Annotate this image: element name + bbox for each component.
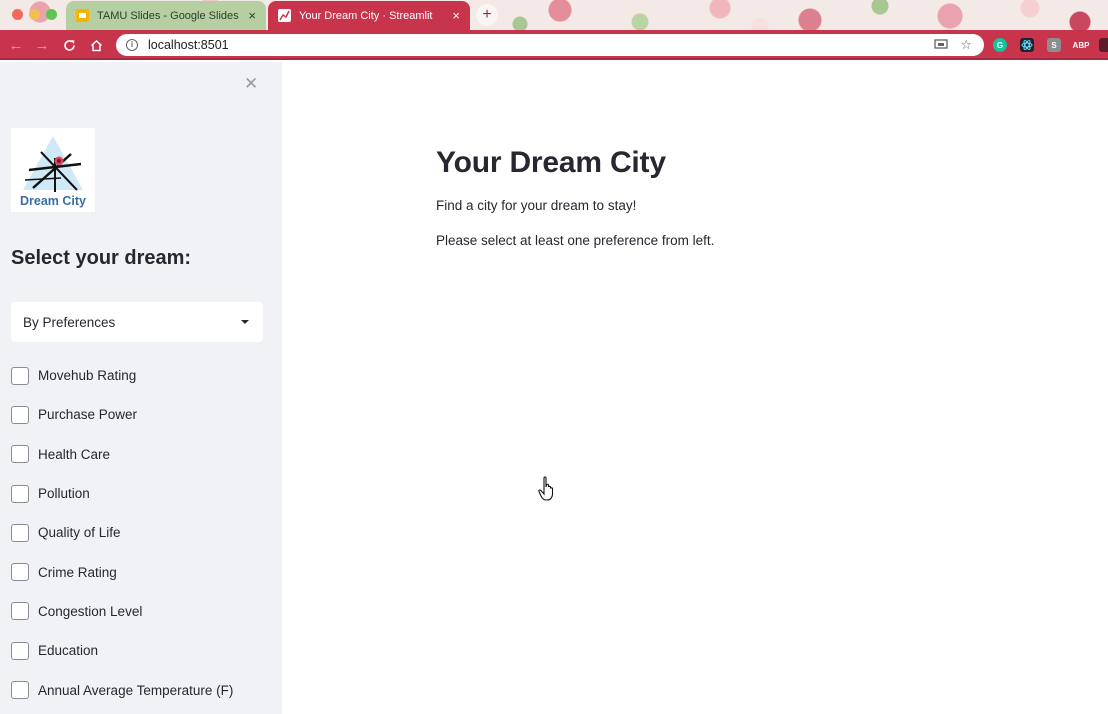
checkbox-label: Health Care [38, 446, 111, 462]
window-close-button[interactable] [12, 9, 23, 20]
sidebar-heading: Select your dream: [11, 247, 192, 269]
checkbox-label: Education [38, 643, 99, 659]
page-title: Your Dream City [436, 146, 666, 179]
checkbox-box[interactable] [11, 681, 29, 700]
window-minimize-button[interactable] [29, 9, 40, 20]
checkbox-movehub-rating[interactable]: Movehub Rating [11, 356, 271, 395]
back-arrow-icon[interactable]: ← [7, 36, 25, 54]
react-devtools-icon[interactable] [1020, 38, 1034, 52]
dream-city-logo: Dream City [11, 128, 95, 212]
browser-tab-strip: TAMU Slides - Google Slides × Your Dream… [0, 0, 1108, 30]
checkbox-label: Pollution [38, 486, 90, 502]
window-maximize-button[interactable] [46, 9, 57, 20]
bookmark-star-icon[interactable]: ☆ [960, 37, 972, 53]
checkbox-box[interactable] [11, 405, 29, 424]
new-tab-button[interactable]: + [476, 4, 498, 26]
chevron-down-icon [241, 320, 249, 324]
preference-checkbox-list: Movehub Rating Purchase Power Health Car… [11, 356, 271, 710]
mode-select[interactable]: By Preferences [11, 302, 263, 342]
checkbox-box[interactable] [11, 523, 29, 542]
tab-title: Your Dream City · Streamlit [299, 9, 433, 22]
checkbox-label: Quality of Life [38, 525, 121, 541]
address-bar[interactable]: i localhost:8501 ☆ [116, 34, 984, 56]
checkbox-congestion-level[interactable]: Congestion Level [11, 592, 271, 631]
reload-icon[interactable] [60, 36, 78, 54]
instruction-text: Please select at least one preference fr… [436, 233, 715, 248]
main-content: Your Dream City Find a city for your dre… [282, 62, 1108, 714]
sidebar: ✕ Dream City Select your dream: By Prefe… [0, 62, 282, 714]
logo-text: Dream City [20, 194, 86, 208]
checkbox-box[interactable] [11, 641, 29, 660]
close-tab-icon[interactable]: × [248, 8, 256, 23]
tab-title: TAMU Slides - Google Slides [97, 9, 239, 22]
checkbox-quality-of-life[interactable]: Quality of Life [11, 513, 271, 552]
tab-streamlit[interactable]: Your Dream City · Streamlit × [268, 1, 470, 30]
url-text: localhost:8501 [148, 38, 229, 52]
checkbox-pollution[interactable]: Pollution [11, 474, 271, 513]
checkbox-label: Movehub Rating [38, 368, 137, 384]
adblock-plus-icon[interactable]: ABP [1071, 38, 1091, 52]
checkbox-education[interactable]: Education [11, 631, 271, 670]
checkbox-crime-rating[interactable]: Crime Rating [11, 552, 271, 591]
puzzle-extension-icon[interactable] [1099, 38, 1108, 52]
checkbox-box[interactable] [11, 563, 29, 582]
checkbox-label: Annual Average Temperature (F) [38, 682, 234, 698]
checkbox-annual-average-temperature[interactable]: Annual Average Temperature (F) [11, 670, 271, 709]
google-slides-icon [76, 9, 89, 22]
streamlit-icon [278, 9, 291, 22]
s-extension-icon[interactable]: S [1047, 38, 1061, 52]
grammarly-icon[interactable]: G [993, 38, 1007, 52]
home-icon[interactable] [87, 36, 105, 54]
close-tab-icon[interactable]: × [452, 8, 460, 23]
page-subtitle: Find a city for your dream to stay! [436, 198, 637, 213]
checkbox-health-care[interactable]: Health Care [11, 435, 271, 474]
browser-toolbar: ← → i localhost:8501 ☆ G S ABP [0, 30, 1108, 60]
sidebar-close-icon[interactable]: ✕ [244, 74, 258, 94]
checkbox-label: Purchase Power [38, 407, 138, 423]
checkbox-box[interactable] [11, 602, 29, 621]
checkbox-label: Congestion Level [38, 603, 143, 619]
checkbox-box[interactable] [11, 484, 29, 503]
mode-select-value: By Preferences [23, 314, 116, 330]
checkbox-label: Crime Rating [38, 564, 117, 580]
checkbox-purchase-power[interactable]: Purchase Power [11, 395, 271, 434]
tab-google-slides[interactable]: TAMU Slides - Google Slides × [66, 1, 266, 30]
checkbox-box[interactable] [11, 366, 29, 385]
checkbox-box[interactable] [11, 445, 29, 464]
site-info-icon[interactable]: i [126, 39, 138, 51]
forward-arrow-icon[interactable]: → [33, 36, 51, 54]
cast-icon[interactable] [934, 38, 948, 53]
hand-cursor-icon [538, 476, 554, 501]
